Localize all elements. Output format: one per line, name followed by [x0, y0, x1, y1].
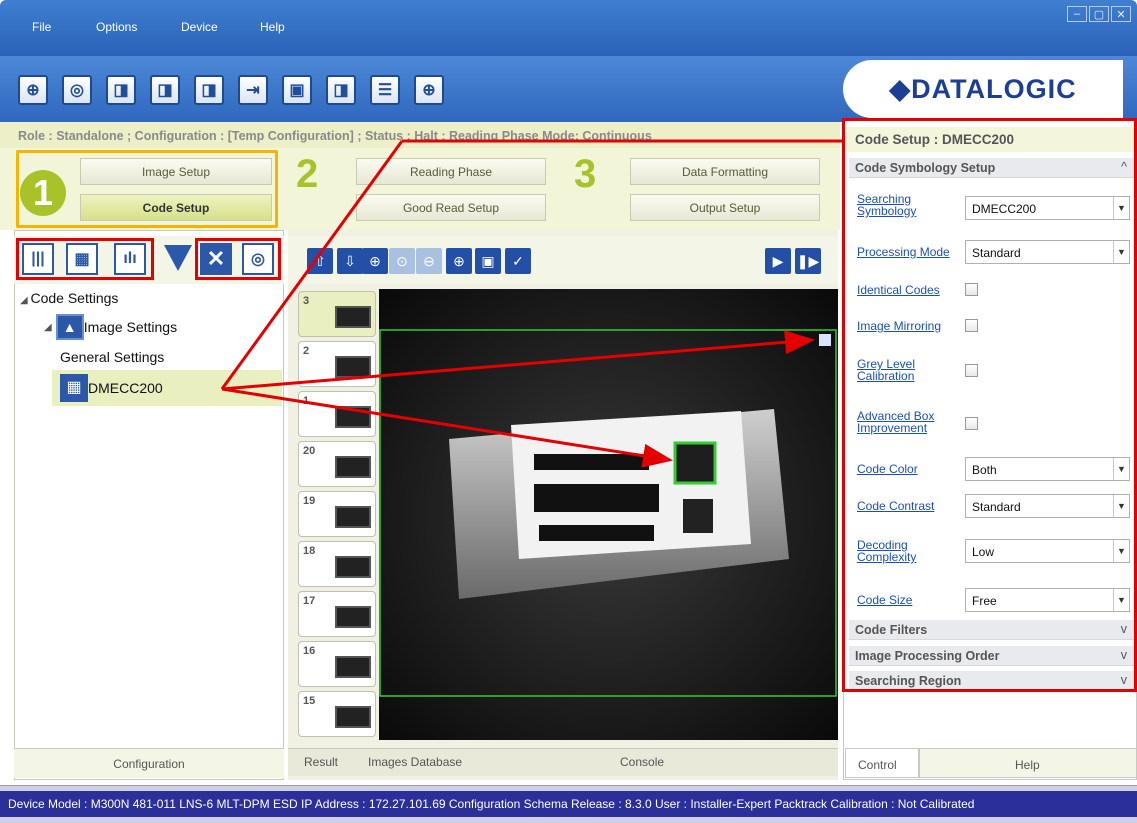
image-settings-icon: ▲	[55, 314, 84, 340]
minimize-icon[interactable]: –	[1067, 6, 1087, 22]
data-formatting-button[interactable]: Data Formatting	[630, 158, 820, 185]
thumbnail-image	[335, 656, 371, 678]
save-configuration-icon[interactable]: ◨	[194, 75, 224, 105]
thumbnail-number: 3	[303, 295, 310, 307]
add-configuration-icon[interactable]: ◨	[106, 75, 136, 105]
right-panel-tabs: Control Help	[845, 748, 1137, 778]
tree-dmecc200[interactable]: ▦ DMECC200	[52, 370, 282, 406]
images-database-tab[interactable]: Images Database	[368, 755, 462, 769]
viewer-tabs: Result Images Database Console	[288, 748, 838, 776]
configuration-status: Role : Standalone ; Configuration : [Tem…	[0, 122, 840, 148]
thumbnail-number: 1	[303, 395, 310, 407]
menu-file[interactable]: File	[32, 20, 51, 34]
save-icon[interactable]: ▣	[282, 75, 312, 105]
menu-help[interactable]: Help	[260, 20, 285, 34]
good-read-setup-button[interactable]: Good Read Setup	[356, 194, 546, 221]
barcode-1d-icon[interactable]: |||	[22, 243, 54, 275]
collapse-arrow-icon[interactable]: ◢	[20, 295, 30, 306]
output-setup-button[interactable]: Output Setup	[630, 194, 820, 221]
step-forward-icon[interactable]: ❚▶	[795, 248, 821, 274]
thumbnail-image	[335, 706, 371, 728]
configuration-tab[interactable]: Configuration	[14, 748, 284, 778]
tree-code-settings-label: Code Settings	[30, 290, 119, 306]
arrow-down-icon[interactable]: ⇩	[337, 248, 363, 274]
zoom-actual-icon[interactable]: ⊙	[389, 248, 415, 274]
thumbnail-number: 15	[303, 695, 316, 707]
thumbnail-image	[335, 406, 371, 428]
tree-code-settings[interactable]: ◢ Code Settings	[20, 290, 118, 306]
zoom-out-icon[interactable]: ⊖	[416, 248, 442, 274]
image-setup-button[interactable]: Image Setup	[80, 158, 272, 185]
save-image-icon[interactable]: ▣	[475, 248, 501, 274]
thumbnail-16[interactable]: 16	[298, 641, 376, 687]
datalogic-logo: ◆DATALOGIC	[843, 60, 1123, 118]
step2-number: 2	[296, 152, 319, 196]
code-setup-highlight	[842, 118, 1137, 692]
autolearn-icon[interactable]: ◎	[242, 243, 274, 275]
postal-code-icon[interactable]: ılı	[114, 243, 146, 275]
datamatrix-icon[interactable]: ▦	[66, 243, 98, 275]
device-settings-icon[interactable]: ◎	[62, 75, 92, 105]
thumbnail-18[interactable]: 18	[298, 541, 376, 587]
device-info: Device Model : M300N 481-011 LNS-6 MLT-D…	[0, 791, 1137, 817]
zoom-fit-icon[interactable]: ⊕	[446, 248, 472, 274]
thumbnail-image	[335, 556, 371, 578]
datamatrix-icon: ▦	[60, 374, 88, 402]
tree-image-settings[interactable]: ◢ ▲ Image Settings	[44, 312, 177, 342]
maximize-icon[interactable]: ▢	[1089, 6, 1109, 22]
step3-number: 3	[574, 152, 597, 196]
arrow-up-icon[interactable]: ⇧	[307, 248, 333, 274]
thumbnail-15[interactable]: 15	[298, 691, 376, 737]
thumbnail-image	[335, 606, 371, 628]
checkmark-icon[interactable]: ✓	[505, 248, 531, 274]
step1-number: 1	[20, 170, 66, 216]
diagnostics-icon[interactable]: ☰	[370, 75, 400, 105]
camera-image	[379, 289, 838, 740]
thumbnail-3[interactable]: 3	[298, 291, 376, 337]
acquired-image[interactable]	[379, 289, 838, 740]
tree-dmecc200-label: DMECC200	[88, 380, 163, 396]
filter-icon[interactable]	[164, 245, 192, 271]
thumbnail-number: 20	[303, 445, 316, 457]
play-icon[interactable]: ▶	[765, 248, 791, 274]
device-save-icon[interactable]: ◨	[326, 75, 356, 105]
thumbnail-number: 17	[303, 595, 316, 607]
thumbnail-number: 18	[303, 545, 316, 557]
thumbnail-image	[335, 456, 371, 478]
menu-device[interactable]: Device	[181, 20, 218, 34]
reading-phase-button[interactable]: Reading Phase	[356, 158, 546, 185]
export-icon[interactable]: ⇥	[238, 75, 268, 105]
thumbnail-image	[335, 506, 371, 528]
thumbnail-image	[335, 356, 371, 378]
result-tab[interactable]: Result	[304, 755, 338, 769]
tree-image-settings-label: Image Settings	[83, 319, 178, 335]
title-menu-bar: File Options Device Help – ▢ ✕	[0, 0, 1137, 56]
console-tab[interactable]: Console	[620, 755, 664, 769]
tree-general-settings[interactable]: General Settings	[60, 349, 282, 369]
close-icon[interactable]: ✕	[1111, 6, 1131, 22]
thumbnail-number: 19	[303, 495, 316, 507]
code-setup-button[interactable]: Code Setup	[80, 194, 272, 221]
delete-icon[interactable]: ✕	[200, 243, 232, 275]
edit-configuration-icon[interactable]: ◨	[150, 75, 180, 105]
thumbnail-image	[335, 306, 371, 328]
connect-icon[interactable]: ⊕	[18, 75, 48, 105]
zoom-in-icon[interactable]: ⊕	[362, 248, 388, 274]
status-bar: Device Model : M300N 481-011 LNS-6 MLT-D…	[0, 785, 1137, 823]
calibration-icon[interactable]: ⊕	[414, 75, 444, 105]
thumbnail-2[interactable]: 2	[298, 341, 376, 387]
collapse-arrow-icon[interactable]: ◢	[44, 322, 52, 333]
window-controls: – ▢ ✕	[1067, 6, 1131, 22]
thumbnail-number: 16	[303, 645, 316, 657]
thumbnail-17[interactable]: 17	[298, 591, 376, 637]
thumbnail-19[interactable]: 19	[298, 491, 376, 537]
help-tab[interactable]: Help	[919, 748, 1137, 778]
menu-options[interactable]: Options	[96, 20, 137, 34]
control-tab[interactable]: Control	[845, 748, 919, 778]
thumbnail-1[interactable]: 1	[298, 391, 376, 437]
thumbnail-number: 2	[303, 345, 310, 357]
thumbnail-20[interactable]: 20	[298, 441, 376, 487]
